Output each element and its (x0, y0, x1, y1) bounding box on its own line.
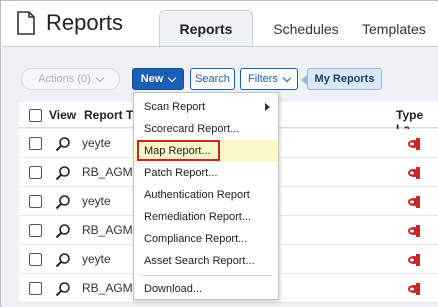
menu-divider (140, 275, 272, 276)
menu-item-label: Scan Report (144, 101, 206, 113)
report-title[interactable]: yeyte (82, 136, 111, 150)
tab-reports[interactable]: Reports (159, 10, 253, 47)
column-header-view[interactable]: View (49, 108, 76, 122)
magnifier-icon[interactable] (55, 281, 71, 297)
menu-item-label: Compliance Report... (144, 233, 248, 245)
menu-item-label: Authentication Report (144, 189, 250, 201)
row-checkbox[interactable] (29, 282, 42, 295)
search-label: Search (195, 73, 230, 85)
actions-dropdown[interactable]: Actions (0) (21, 68, 120, 90)
document-icon (17, 11, 35, 35)
actions-label: Actions (0) (38, 73, 91, 85)
row-checkbox[interactable] (29, 253, 42, 266)
menu-item-label: Download... (144, 283, 203, 295)
page-title: Reports (46, 10, 124, 35)
report-title[interactable]: RB_AGM (82, 281, 133, 295)
menu-item-scorecard-report[interactable]: Scorecard Report... (134, 118, 278, 140)
menu-item-patch-report[interactable]: Patch Report... (134, 162, 278, 184)
magnifier-icon[interactable] (55, 252, 71, 268)
report-title[interactable]: yeyte (82, 252, 111, 266)
highlight-callout-box (137, 140, 220, 161)
magnifier-icon[interactable] (55, 136, 71, 152)
chevron-down-icon (282, 73, 292, 82)
row-checkbox[interactable] (29, 166, 42, 179)
row-checkbox[interactable] (29, 224, 42, 237)
chevron-down-icon (95, 73, 105, 82)
row-checkbox[interactable] (29, 137, 42, 150)
report-title[interactable]: RB_AGM (82, 165, 133, 179)
filters-button[interactable]: Filters (240, 68, 298, 90)
chevron-down-icon (168, 73, 177, 82)
chevron-right-icon (265, 103, 270, 111)
menu-item-map-report[interactable]: Map Report... (134, 140, 278, 162)
filters-label: Filters (248, 73, 278, 85)
new-report-menu: Scan Report Scorecard Report... Map Repo… (133, 92, 279, 300)
report-type-icon (408, 254, 420, 266)
report-type-icon (408, 225, 420, 237)
tab-schedules[interactable]: Schedules (264, 10, 348, 47)
column-header-report-title[interactable]: Report T (84, 108, 133, 122)
menu-item-label: Patch Report... (144, 167, 218, 179)
report-title[interactable]: RB_AGM (82, 223, 133, 237)
app-window: Reports Reports Schedules Templates Acti… (0, 0, 438, 307)
tab-templates[interactable]: Templates (362, 10, 438, 47)
menu-item-download[interactable]: Download... (134, 278, 278, 300)
report-type-icon (408, 196, 420, 208)
my-reports-badge[interactable]: My Reports (307, 68, 382, 90)
select-all-checkbox[interactable] (29, 109, 42, 122)
menu-item-label: Remediation Report... (144, 211, 251, 223)
menu-item-authentication-report[interactable]: Authentication Report (134, 184, 278, 206)
menu-item-compliance-report[interactable]: Compliance Report... (134, 228, 278, 250)
search-button[interactable]: Search (190, 68, 235, 90)
magnifier-icon[interactable] (55, 223, 71, 239)
menu-item-remediation-report[interactable]: Remediation Report... (134, 206, 278, 228)
report-type-icon (408, 283, 420, 295)
report-type-icon (408, 138, 420, 150)
magnifier-icon[interactable] (55, 194, 71, 210)
menu-item-label: Scorecard Report... (144, 123, 240, 135)
new-button[interactable]: New (132, 68, 184, 90)
my-reports-label: My Reports (314, 73, 375, 85)
row-checkbox[interactable] (29, 195, 42, 208)
report-title[interactable]: yeyte (82, 194, 111, 208)
magnifier-icon[interactable] (55, 165, 71, 181)
menu-item-label: Asset Search Report... (144, 255, 255, 267)
menu-item-scan-report[interactable]: Scan Report (134, 96, 278, 118)
report-type-icon (408, 167, 420, 179)
menu-item-asset-search-report[interactable]: Asset Search Report... (134, 250, 278, 272)
header: Reports Reports Schedules Templates (2, 2, 438, 47)
new-label: New (140, 73, 164, 85)
